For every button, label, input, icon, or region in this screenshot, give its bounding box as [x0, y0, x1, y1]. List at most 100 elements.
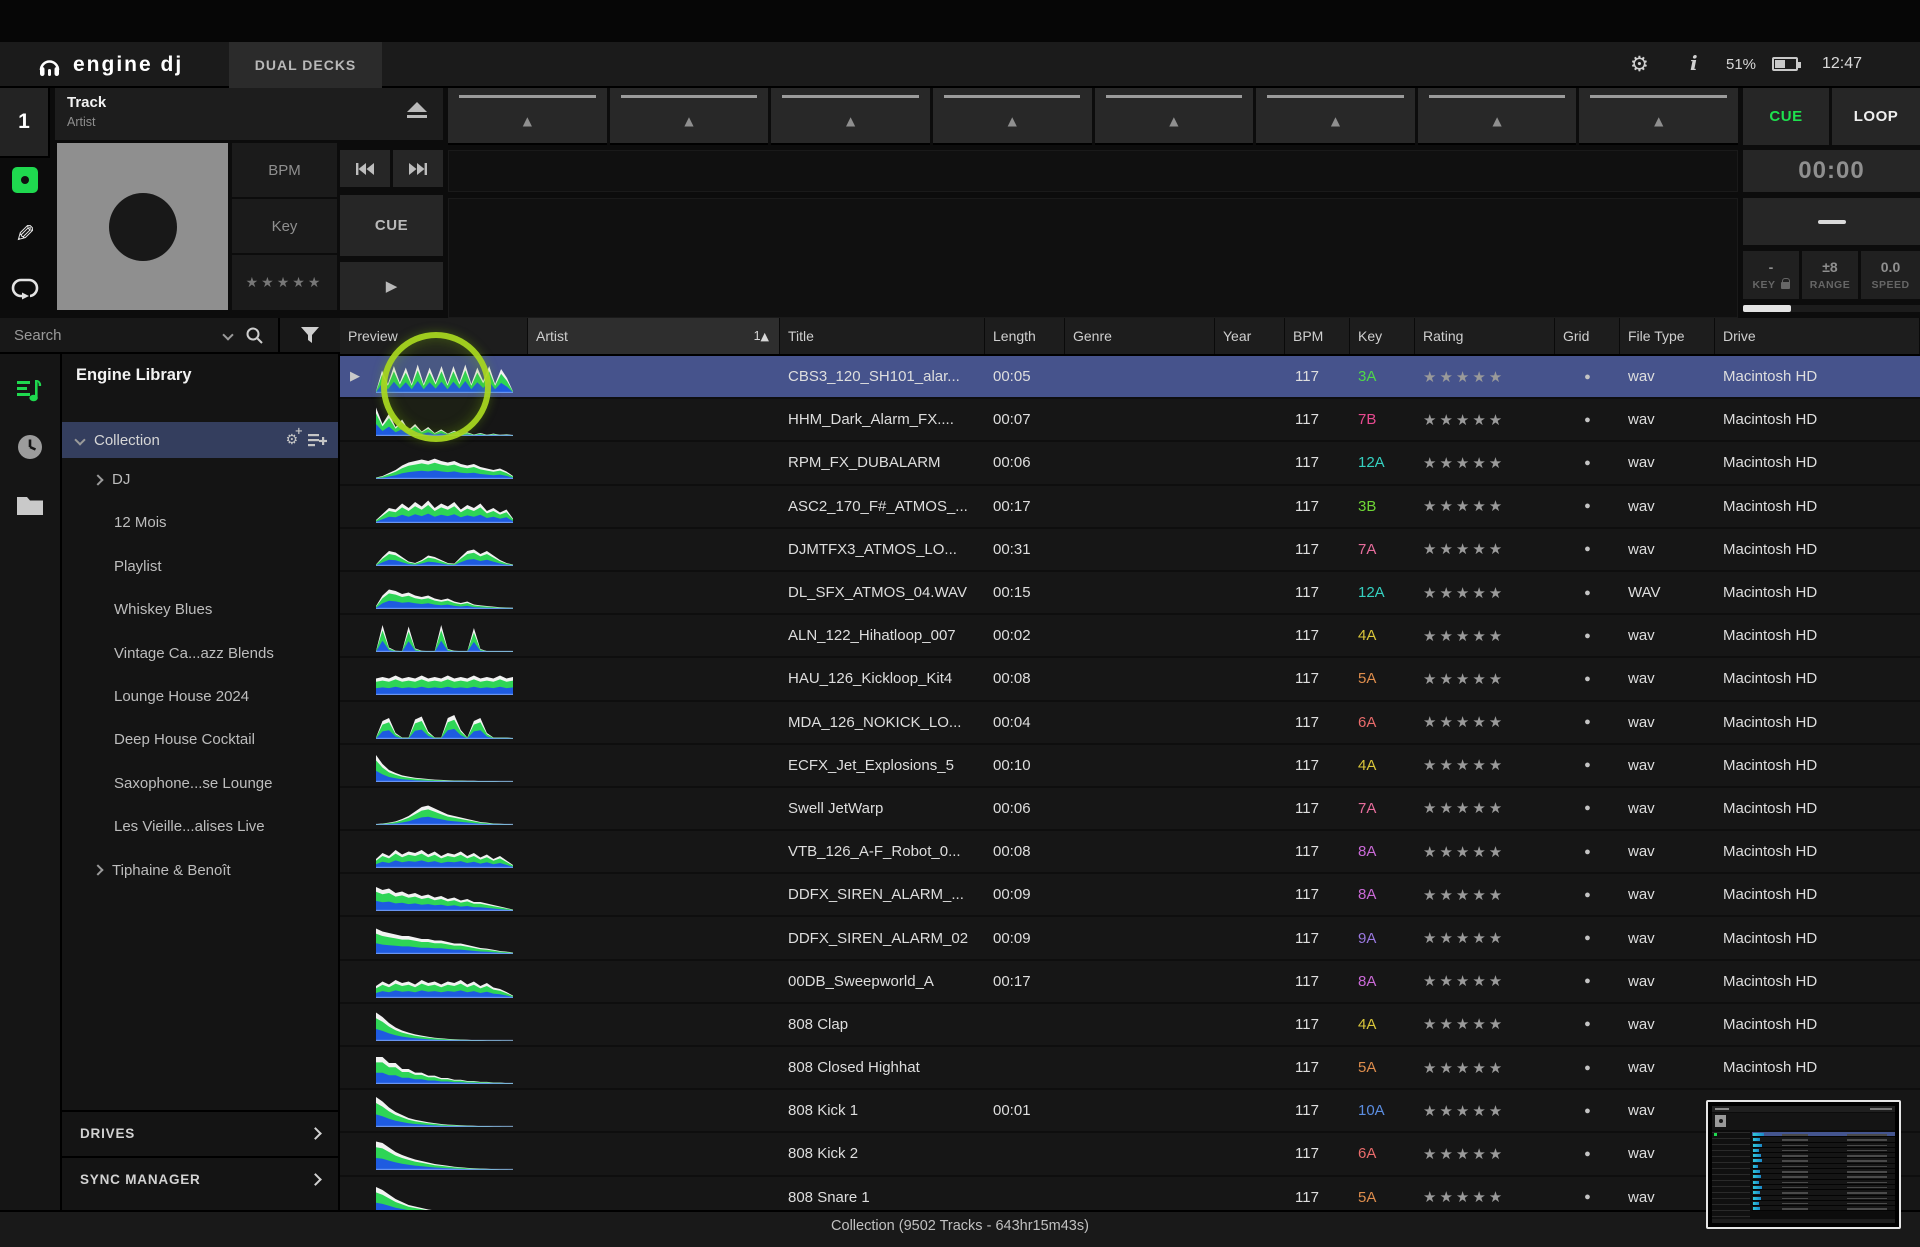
sync-manager-row[interactable]: SYNC MANAGER	[62, 1156, 338, 1200]
cell-rating[interactable]: ★★★★★	[1415, 442, 1555, 483]
cell-rating[interactable]: ★★★★★	[1415, 399, 1555, 440]
deck-loop-button[interactable]: LOOP	[1832, 88, 1920, 145]
search-box[interactable]	[0, 318, 280, 352]
cell-rating[interactable]: ★★★★★	[1415, 702, 1555, 743]
table-row[interactable]: 808 Snare 11175A★★★★★●wavMacintosh HD	[340, 1177, 1920, 1210]
sidebar-item[interactable]: Deep House Cocktail	[62, 718, 338, 761]
cell-rating[interactable]: ★★★★★	[1415, 658, 1555, 699]
pad-mode-button[interactable]	[0, 158, 50, 202]
waveform-overview[interactable]	[448, 150, 1738, 192]
cell-rating[interactable]: ★★★★★	[1415, 874, 1555, 915]
cue-button[interactable]: CUE	[340, 195, 443, 256]
skip-back-button[interactable]	[340, 150, 390, 187]
skip-forward-button[interactable]	[393, 150, 443, 187]
drives-row[interactable]: DRIVES	[62, 1110, 338, 1154]
sidebar-item[interactable]: Saxophone...se Lounge	[62, 762, 338, 805]
collection-chevron-icon[interactable]	[74, 434, 85, 445]
history-nav-button[interactable]	[0, 422, 60, 472]
cell-rating[interactable]: ★★★★★	[1415, 961, 1555, 1002]
cell-rating[interactable]: ★★★★★	[1415, 1133, 1555, 1174]
sidebar-item[interactable]: Lounge House 2024	[62, 675, 338, 718]
table-row[interactable]: ALN_122_Hihatloop_00700:021174A★★★★★●wav…	[340, 615, 1920, 656]
deck-cue-button[interactable]: CUE	[1743, 88, 1829, 145]
table-row[interactable]: DL_SFX_ATMOS_04.WAV00:1511712A★★★★★●WAVM…	[340, 572, 1920, 613]
column-header-year[interactable]: Year	[1215, 318, 1285, 354]
cell-rating[interactable]: ★★★★★	[1415, 1004, 1555, 1045]
cell-rating[interactable]: ★★★★★	[1415, 529, 1555, 570]
hotcue-pad[interactable]: ▲	[933, 88, 1092, 145]
cell-rating[interactable]: ★★★★★	[1415, 788, 1555, 829]
column-header-rating[interactable]: Rating	[1415, 318, 1555, 354]
track-info[interactable]: Track Artist	[55, 88, 443, 140]
column-header-drive[interactable]: Drive	[1715, 318, 1920, 354]
column-header-bpm[interactable]: BPM	[1285, 318, 1350, 354]
cell-rating[interactable]: ★★★★★	[1415, 486, 1555, 527]
table-row[interactable]: ECFX_Jet_Explosions_500:101174A★★★★★●wav…	[340, 745, 1920, 786]
loop-mode-button[interactable]	[0, 266, 50, 310]
range-control[interactable]: ±8 RANGE	[1802, 251, 1858, 299]
sidebar-item-collection[interactable]: Collection ⚙+	[62, 422, 338, 458]
column-header-title[interactable]: Title	[780, 318, 985, 354]
search-icon[interactable]	[245, 326, 264, 345]
cell-rating[interactable]: ★★★★★	[1415, 356, 1555, 397]
table-row[interactable]: HAU_126_Kickloop_Kit400:081175A★★★★★●wav…	[340, 658, 1920, 699]
sidebar-item[interactable]: Vintage Ca...azz Blends	[62, 632, 338, 675]
cell-rating[interactable]: ★★★★★	[1415, 1177, 1555, 1210]
cell-rating[interactable]: ★★★★★	[1415, 1090, 1555, 1131]
table-row[interactable]: 808 Clap1174A★★★★★●wavMacintosh HD	[340, 1004, 1920, 1045]
cell-rating[interactable]: ★★★★★	[1415, 615, 1555, 656]
column-header-file_type[interactable]: File Type	[1620, 318, 1715, 354]
column-header-genre[interactable]: Genre	[1065, 318, 1215, 354]
table-row[interactable]: Swell JetWarp00:061177A★★★★★●wavMacintos…	[340, 788, 1920, 829]
add-playlist-icon[interactable]	[308, 433, 328, 448]
edit-grid-button[interactable]: ✎	[0, 212, 50, 256]
hotcue-pad[interactable]: ▲	[1256, 88, 1415, 145]
hotcue-pad[interactable]: ▲	[1418, 88, 1577, 145]
cell-rating[interactable]: ★★★★★	[1415, 831, 1555, 872]
sidebar-item[interactable]: Playlist	[62, 545, 338, 588]
cell-rating[interactable]: ★★★★★	[1415, 1047, 1555, 1088]
speed-control[interactable]: 0.0 SPEED	[1861, 251, 1920, 299]
table-row[interactable]: MDA_126_NOKICK_LO...00:041176A★★★★★●wavM…	[340, 702, 1920, 743]
table-row[interactable]: DDFX_SIREN_ALARM_...00:091178A★★★★★●wavM…	[340, 874, 1920, 915]
pitch-slider[interactable]	[1743, 305, 1920, 312]
table-row[interactable]: DJMTFX3_ATMOS_LO...00:311177A★★★★★●wavMa…	[340, 529, 1920, 570]
table-row[interactable]: 00DB_Sweepworld_A00:171178A★★★★★●wavMaci…	[340, 961, 1920, 1002]
track-rating[interactable]: ★★★★★	[232, 255, 337, 310]
column-header-grid[interactable]: Grid	[1555, 318, 1620, 354]
table-row[interactable]: 808 Kick 21176A★★★★★●wavMacintosh HD	[340, 1133, 1920, 1174]
table-row[interactable]: 808 Closed Highhat1175A★★★★★●wavMacintos…	[340, 1047, 1920, 1088]
waveform-main[interactable]	[448, 198, 1738, 318]
hotcue-pad[interactable]: ▲	[610, 88, 769, 145]
hotcue-pad[interactable]: ▲	[448, 88, 607, 145]
table-row[interactable]: ASC2_170_F#_ATMOS_...00:171173B★★★★★●wav…	[340, 486, 1920, 527]
table-row[interactable]: HHM_Dark_Alarm_FX....00:071177B★★★★★●wav…	[340, 399, 1920, 440]
sidebar-item[interactable]: Tiphaine & Benoît	[62, 849, 338, 892]
search-options-chevron-icon[interactable]	[222, 329, 233, 340]
eject-button[interactable]	[405, 102, 429, 122]
table-row[interactable]: DDFX_SIREN_ALARM_0200:091179A★★★★★●wavMa…	[340, 917, 1920, 958]
key-lock-control[interactable]: - KEY	[1743, 251, 1799, 299]
sidebar-item[interactable]: 12 Mois	[62, 501, 338, 544]
sidebar-item[interactable]: Whiskey Blues	[62, 588, 338, 631]
sidebar-item[interactable]: DJ	[62, 458, 338, 501]
column-header-artist[interactable]: Artist1▲	[528, 318, 780, 354]
filter-button[interactable]	[280, 318, 340, 352]
cell-rating[interactable]: ★★★★★	[1415, 745, 1555, 786]
files-nav-button[interactable]	[0, 480, 60, 530]
table-row[interactable]: VTB_126_A-F_Robot_0...00:081178A★★★★★●wa…	[340, 831, 1920, 872]
search-input[interactable]	[0, 318, 200, 352]
playlists-nav-button[interactable]	[0, 366, 60, 416]
row-play-icon[interactable]: ▶	[350, 369, 360, 384]
cell-rating[interactable]: ★★★★★	[1415, 917, 1555, 958]
column-header-length[interactable]: Length	[985, 318, 1065, 354]
table-row[interactable]: ▶CBS3_120_SH101_alar...00:051173A★★★★★●w…	[340, 356, 1920, 397]
collection-settings-icon[interactable]: ⚙+	[285, 432, 298, 448]
play-button[interactable]: ▶	[340, 262, 443, 310]
hotcue-pad[interactable]: ▲	[1095, 88, 1254, 145]
table-row[interactable]: 808 Kick 100:0111710A★★★★★●wavMacintosh …	[340, 1090, 1920, 1131]
hotcue-pad[interactable]: ▲	[771, 88, 930, 145]
hotcue-pad[interactable]: ▲	[1579, 88, 1738, 145]
sidebar-item[interactable]: Les Vieille...alises Live	[62, 805, 338, 848]
pitch-slider-thumb[interactable]	[1743, 305, 1791, 312]
